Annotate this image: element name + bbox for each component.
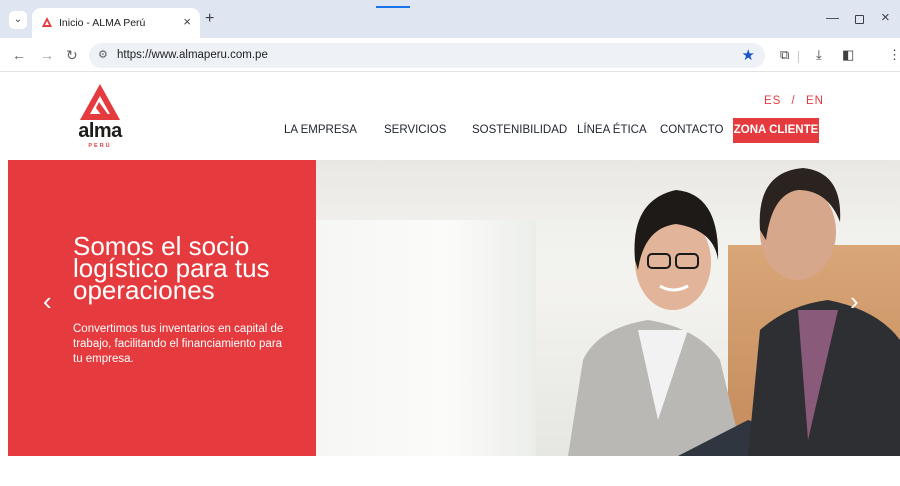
chevron-down-icon[interactable]: ⌄ [9, 11, 27, 29]
logo-wordmark: alma [78, 120, 122, 142]
site-header: alma PERÚ ES / EN LA EMPRESA SERVICIOS S… [0, 72, 900, 160]
puzzle-icon[interactable]: ⧉ [780, 47, 789, 63]
alma-favicon-icon [42, 17, 52, 27]
download-icon[interactable]: ⤓ [816, 47, 822, 63]
sidebar-icon[interactable]: ◧ [842, 47, 854, 63]
hero-title: Somos el socio logístico para tus operac… [73, 231, 270, 305]
nav-linea-etica[interactable]: LÍNEA ÉTICA [577, 124, 647, 136]
lang-es-link[interactable]: ES [764, 95, 781, 107]
nav-servicios[interactable]: SERVICIOS [384, 124, 446, 136]
lang-en-link[interactable]: EN [806, 95, 824, 107]
reload-icon[interactable]: ↻ [66, 47, 78, 63]
logo-subtitle: PERÚ [88, 143, 112, 149]
loading-indicator [376, 6, 410, 8]
star-icon[interactable]: ★ [742, 46, 755, 64]
plus-icon[interactable]: + [205, 10, 214, 28]
hero-slider: Somos el socio logístico para tus operac… [8, 160, 900, 456]
url-text[interactable]: https://www.almaperu.com.pe [117, 49, 268, 61]
toolbar-divider [798, 51, 799, 63]
browser-tab-bar: ⌄ Inicio - ALMA Perú × + — × [0, 0, 900, 38]
browser-toolbar: ← → ↻ ⚙ https://www.almaperu.com.pe ★ ⧉ … [0, 38, 900, 72]
nav-la-empresa[interactable]: LA EMPRESA [284, 124, 357, 136]
close-icon[interactable]: × [183, 14, 191, 30]
zona-cliente-button[interactable]: ZONA CLIENTE [733, 118, 819, 143]
tab-title: Inicio - ALMA Perú [59, 17, 146, 29]
restore-icon[interactable] [855, 15, 864, 24]
minimize-icon[interactable]: — [826, 10, 839, 25]
chevron-left-icon[interactable]: ‹ [43, 288, 52, 314]
chevron-right-icon[interactable]: › [850, 288, 859, 314]
hero-text-panel: Somos el socio logístico para tus operac… [8, 160, 316, 456]
browser-tab[interactable]: Inicio - ALMA Perú × [32, 8, 200, 38]
nav-contacto[interactable]: CONTACTO [660, 124, 723, 136]
window-close-icon[interactable]: × [881, 9, 890, 26]
hero-subtitle: Convertimos tus inventarios en capital d… [73, 323, 284, 365]
lang-separator: / [791, 95, 796, 107]
arrow-left-icon[interactable]: ← [12, 47, 26, 63]
arrow-right-icon[interactable]: → [40, 47, 54, 63]
kebab-menu-icon[interactable]: ⋮ [888, 47, 900, 63]
nav-sostenibilidad[interactable]: SOSTENIBILIDAD [472, 124, 567, 136]
language-switcher: ES / EN [764, 95, 824, 107]
tune-icon[interactable]: ⚙ [98, 48, 108, 61]
address-bar[interactable]: ⚙ https://www.almaperu.com.pe ★ [89, 43, 765, 68]
